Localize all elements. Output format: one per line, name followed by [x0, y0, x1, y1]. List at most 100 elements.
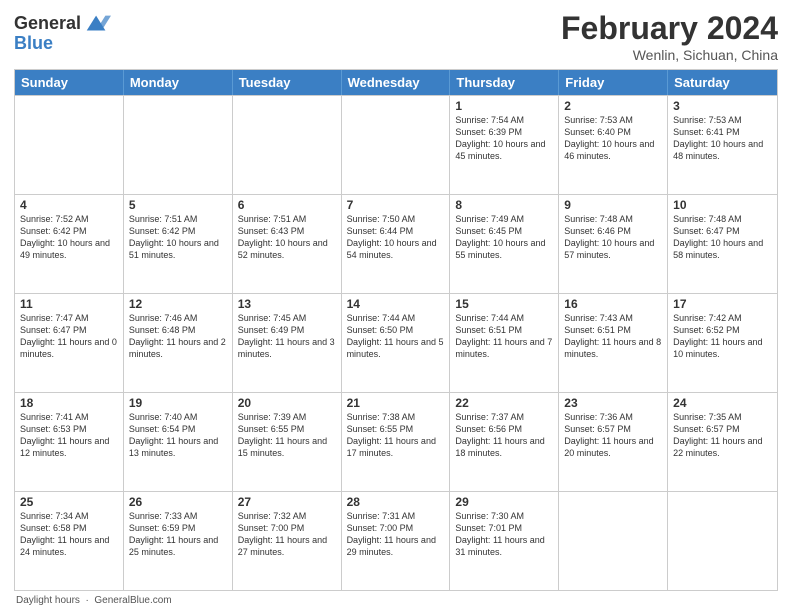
calendar-cell: 13Sunrise: 7:45 AM Sunset: 6:49 PM Dayli…: [233, 294, 342, 392]
calendar-cell: 29Sunrise: 7:30 AM Sunset: 7:01 PM Dayli…: [450, 492, 559, 590]
day-number: 19: [129, 396, 227, 410]
day-info: Sunrise: 7:51 AM Sunset: 6:43 PM Dayligh…: [238, 213, 336, 262]
day-number: 20: [238, 396, 336, 410]
calendar-cell: 22Sunrise: 7:37 AM Sunset: 6:56 PM Dayli…: [450, 393, 559, 491]
day-number: 18: [20, 396, 118, 410]
calendar-row: 11Sunrise: 7:47 AM Sunset: 6:47 PM Dayli…: [15, 293, 777, 392]
title-block: February 2024 Wenlin, Sichuan, China: [561, 10, 778, 63]
logo-text-general: General: [14, 14, 81, 34]
site-label: GeneralBlue.com: [94, 595, 171, 606]
day-number: 13: [238, 297, 336, 311]
calendar-row: 25Sunrise: 7:34 AM Sunset: 6:58 PM Dayli…: [15, 491, 777, 590]
day-of-week-header: Thursday: [450, 70, 559, 95]
day-number: 16: [564, 297, 662, 311]
day-number: 12: [129, 297, 227, 311]
day-info: Sunrise: 7:36 AM Sunset: 6:57 PM Dayligh…: [564, 411, 662, 460]
day-of-week-header: Friday: [559, 70, 668, 95]
day-number: 26: [129, 495, 227, 509]
calendar-cell: 2Sunrise: 7:53 AM Sunset: 6:40 PM Daylig…: [559, 96, 668, 194]
day-info: Sunrise: 7:51 AM Sunset: 6:42 PM Dayligh…: [129, 213, 227, 262]
daylight-hours-label: Daylight hours: [16, 595, 80, 606]
day-of-week-header: Sunday: [15, 70, 124, 95]
day-number: 8: [455, 198, 553, 212]
calendar-cell: [15, 96, 124, 194]
page-header: General Blue February 2024 Wenlin, Sichu…: [14, 10, 778, 63]
calendar-cell: 16Sunrise: 7:43 AM Sunset: 6:51 PM Dayli…: [559, 294, 668, 392]
day-info: Sunrise: 7:48 AM Sunset: 6:46 PM Dayligh…: [564, 213, 662, 262]
logo-text-blue: Blue: [14, 34, 53, 54]
day-number: 24: [673, 396, 772, 410]
logo-icon: [83, 10, 111, 38]
calendar-cell: 7Sunrise: 7:50 AM Sunset: 6:44 PM Daylig…: [342, 195, 451, 293]
day-info: Sunrise: 7:35 AM Sunset: 6:57 PM Dayligh…: [673, 411, 772, 460]
calendar-cell: 6Sunrise: 7:51 AM Sunset: 6:43 PM Daylig…: [233, 195, 342, 293]
day-info: Sunrise: 7:31 AM Sunset: 7:00 PM Dayligh…: [347, 510, 445, 559]
day-number: 14: [347, 297, 445, 311]
day-number: 21: [347, 396, 445, 410]
day-number: 29: [455, 495, 553, 509]
calendar-cell: 9Sunrise: 7:48 AM Sunset: 6:46 PM Daylig…: [559, 195, 668, 293]
day-info: Sunrise: 7:34 AM Sunset: 6:58 PM Dayligh…: [20, 510, 118, 559]
day-number: 9: [564, 198, 662, 212]
day-info: Sunrise: 7:40 AM Sunset: 6:54 PM Dayligh…: [129, 411, 227, 460]
calendar-cell: 19Sunrise: 7:40 AM Sunset: 6:54 PM Dayli…: [124, 393, 233, 491]
calendar-row: 1Sunrise: 7:54 AM Sunset: 6:39 PM Daylig…: [15, 95, 777, 194]
calendar-cell: [124, 96, 233, 194]
day-info: Sunrise: 7:44 AM Sunset: 6:51 PM Dayligh…: [455, 312, 553, 361]
day-number: 10: [673, 198, 772, 212]
calendar-cell: 1Sunrise: 7:54 AM Sunset: 6:39 PM Daylig…: [450, 96, 559, 194]
calendar-cell: 27Sunrise: 7:32 AM Sunset: 7:00 PM Dayli…: [233, 492, 342, 590]
calendar-cell: [342, 96, 451, 194]
calendar: SundayMondayTuesdayWednesdayThursdayFrid…: [14, 69, 778, 591]
calendar-cell: 20Sunrise: 7:39 AM Sunset: 6:55 PM Dayli…: [233, 393, 342, 491]
day-info: Sunrise: 7:41 AM Sunset: 6:53 PM Dayligh…: [20, 411, 118, 460]
calendar-cell: [668, 492, 777, 590]
footer: Daylight hours · GeneralBlue.com: [14, 595, 778, 606]
calendar-row: 4Sunrise: 7:52 AM Sunset: 6:42 PM Daylig…: [15, 194, 777, 293]
calendar-cell: 23Sunrise: 7:36 AM Sunset: 6:57 PM Dayli…: [559, 393, 668, 491]
calendar-cell: 26Sunrise: 7:33 AM Sunset: 6:59 PM Dayli…: [124, 492, 233, 590]
day-of-week-header: Wednesday: [342, 70, 451, 95]
page-container: General Blue February 2024 Wenlin, Sichu…: [0, 0, 792, 612]
day-number: 23: [564, 396, 662, 410]
day-info: Sunrise: 7:53 AM Sunset: 6:41 PM Dayligh…: [673, 114, 772, 163]
calendar-cell: [233, 96, 342, 194]
day-number: 17: [673, 297, 772, 311]
calendar-cell: 15Sunrise: 7:44 AM Sunset: 6:51 PM Dayli…: [450, 294, 559, 392]
day-of-week-header: Monday: [124, 70, 233, 95]
calendar-cell: 4Sunrise: 7:52 AM Sunset: 6:42 PM Daylig…: [15, 195, 124, 293]
calendar-cell: 14Sunrise: 7:44 AM Sunset: 6:50 PM Dayli…: [342, 294, 451, 392]
calendar-cell: 28Sunrise: 7:31 AM Sunset: 7:00 PM Dayli…: [342, 492, 451, 590]
day-number: 4: [20, 198, 118, 212]
day-info: Sunrise: 7:33 AM Sunset: 6:59 PM Dayligh…: [129, 510, 227, 559]
day-info: Sunrise: 7:44 AM Sunset: 6:50 PM Dayligh…: [347, 312, 445, 361]
calendar-cell: 11Sunrise: 7:47 AM Sunset: 6:47 PM Dayli…: [15, 294, 124, 392]
calendar-cell: 17Sunrise: 7:42 AM Sunset: 6:52 PM Dayli…: [668, 294, 777, 392]
day-info: Sunrise: 7:38 AM Sunset: 6:55 PM Dayligh…: [347, 411, 445, 460]
day-number: 3: [673, 99, 772, 113]
month-year-title: February 2024: [561, 10, 778, 47]
day-info: Sunrise: 7:30 AM Sunset: 7:01 PM Dayligh…: [455, 510, 553, 559]
logo: General Blue: [14, 10, 111, 54]
day-number: 22: [455, 396, 553, 410]
calendar-cell: 21Sunrise: 7:38 AM Sunset: 6:55 PM Dayli…: [342, 393, 451, 491]
calendar-cell: 8Sunrise: 7:49 AM Sunset: 6:45 PM Daylig…: [450, 195, 559, 293]
day-info: Sunrise: 7:46 AM Sunset: 6:48 PM Dayligh…: [129, 312, 227, 361]
day-number: 11: [20, 297, 118, 311]
day-info: Sunrise: 7:43 AM Sunset: 6:51 PM Dayligh…: [564, 312, 662, 361]
day-info: Sunrise: 7:42 AM Sunset: 6:52 PM Dayligh…: [673, 312, 772, 361]
calendar-cell: 5Sunrise: 7:51 AM Sunset: 6:42 PM Daylig…: [124, 195, 233, 293]
calendar-row: 18Sunrise: 7:41 AM Sunset: 6:53 PM Dayli…: [15, 392, 777, 491]
calendar-cell: 24Sunrise: 7:35 AM Sunset: 6:57 PM Dayli…: [668, 393, 777, 491]
day-info: Sunrise: 7:32 AM Sunset: 7:00 PM Dayligh…: [238, 510, 336, 559]
day-of-week-header: Saturday: [668, 70, 777, 95]
calendar-body: 1Sunrise: 7:54 AM Sunset: 6:39 PM Daylig…: [15, 95, 777, 590]
day-number: 7: [347, 198, 445, 212]
day-number: 25: [20, 495, 118, 509]
day-info: Sunrise: 7:52 AM Sunset: 6:42 PM Dayligh…: [20, 213, 118, 262]
location-subtitle: Wenlin, Sichuan, China: [561, 47, 778, 63]
day-number: 6: [238, 198, 336, 212]
calendar-header: SundayMondayTuesdayWednesdayThursdayFrid…: [15, 70, 777, 95]
day-number: 2: [564, 99, 662, 113]
day-info: Sunrise: 7:47 AM Sunset: 6:47 PM Dayligh…: [20, 312, 118, 361]
